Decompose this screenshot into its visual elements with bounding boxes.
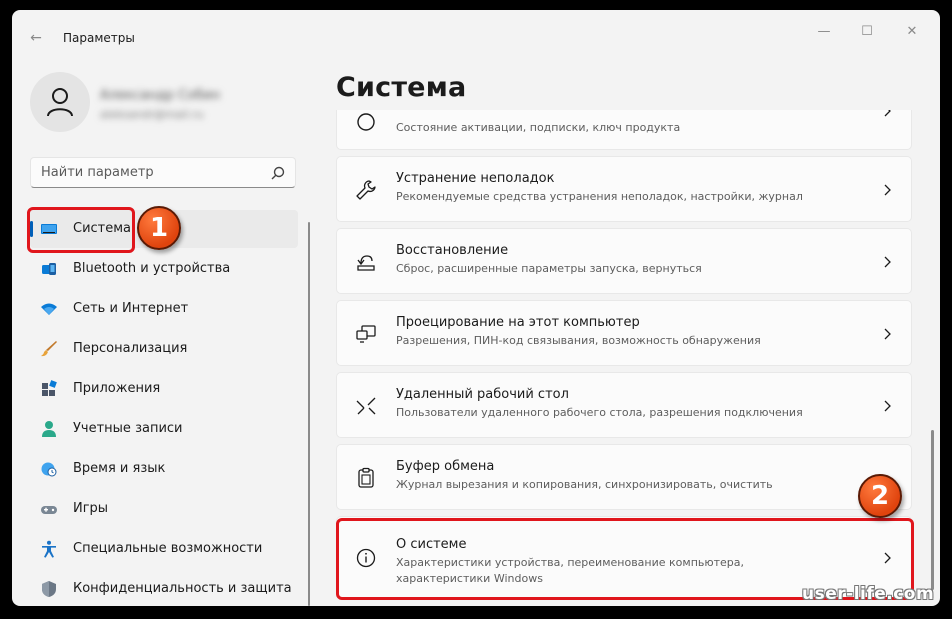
settings-card-troubleshoot[interactable]: Устранение неполадок Рекомендуемые средс… bbox=[336, 156, 912, 222]
watermark: user-life.com bbox=[802, 584, 935, 604]
card-description: Разрешения, ПИН-код связывания, возможно… bbox=[396, 334, 761, 347]
accessibility-icon bbox=[42, 540, 56, 558]
brush-icon bbox=[41, 341, 57, 357]
maximize-button[interactable]: ☐ bbox=[852, 22, 882, 42]
person-icon bbox=[47, 88, 73, 117]
main-scrollbar[interactable] bbox=[931, 430, 934, 590]
sidebar-item-privacy[interactable]: Конфиденциальность и защита bbox=[30, 570, 298, 606]
bluetooth-icon bbox=[42, 263, 56, 275]
settings-card-activation[interactable]: Состояние активации, подписки, ключ прод… bbox=[336, 110, 912, 150]
shield-icon bbox=[42, 581, 56, 597]
sidebar-item-apps[interactable]: Приложения bbox=[30, 370, 298, 408]
sidebar-item-personalization[interactable]: Персонализация bbox=[30, 330, 298, 368]
highlight-system-item bbox=[27, 207, 135, 253]
settings-card-clipboard[interactable]: Буфер обмена Журнал вырезания и копирова… bbox=[336, 444, 912, 510]
apps-icon bbox=[42, 380, 57, 396]
settings-card-remote-desktop[interactable]: Удаленный рабочий стол Пользователи удал… bbox=[336, 372, 912, 438]
projection-icon bbox=[356, 325, 376, 343]
card-description: Сброс, расширенные параметры запуска, ве… bbox=[396, 262, 702, 275]
sidebar-item-label: Специальные возможности bbox=[73, 541, 263, 556]
app-title: Параметры bbox=[63, 31, 135, 45]
sidebar-item-label: Bluetooth и устройства bbox=[73, 261, 231, 276]
sidebar-item-label: Конфиденциальность и защита bbox=[73, 581, 292, 596]
card-description: Журнал вырезания и копирования, синхрони… bbox=[396, 478, 773, 491]
sidebar-scrollbar[interactable] bbox=[308, 222, 310, 606]
close-button[interactable]: ✕ bbox=[897, 22, 927, 42]
chevron-right-icon bbox=[884, 328, 891, 340]
chevron-right-icon bbox=[884, 184, 891, 196]
card-title: Проецирование на этот компьютер bbox=[396, 315, 640, 330]
profile-name: Александр Собин bbox=[100, 88, 221, 103]
recovery-icon bbox=[357, 255, 375, 271]
sidebar-item-accessibility[interactable]: Специальные возможности bbox=[30, 530, 298, 568]
page-title: Система bbox=[336, 72, 467, 103]
avatar[interactable] bbox=[30, 72, 90, 132]
search-icon[interactable] bbox=[271, 166, 285, 180]
card-description: Пользователи удаленного рабочего стола, … bbox=[396, 406, 803, 419]
remote-desktop-icon bbox=[356, 397, 376, 415]
card-title: Восстановление bbox=[396, 243, 509, 258]
card-description: Состояние активации, подписки, ключ прод… bbox=[396, 121, 681, 134]
profile-email: aleksandr@mail.ru bbox=[100, 108, 204, 121]
gamepad-icon bbox=[41, 506, 57, 514]
sidebar-item-label: Игры bbox=[73, 501, 109, 516]
activation-icon bbox=[357, 113, 375, 131]
title-bar: ← Параметры — ☐ ✕ bbox=[12, 10, 940, 54]
globe-clock-icon bbox=[41, 462, 57, 477]
sidebar-item-label: Приложения bbox=[73, 381, 161, 396]
sidebar-item-bluetooth[interactable]: Bluetooth и устройства bbox=[30, 250, 298, 288]
sidebar-item-label: Сеть и Интернет bbox=[73, 301, 189, 316]
sidebar-item-label: Учетные записи bbox=[73, 421, 183, 436]
minimize-button[interactable]: — bbox=[809, 22, 839, 42]
chevron-right-icon bbox=[884, 110, 891, 117]
search-input[interactable] bbox=[31, 158, 267, 187]
card-description: Рекомендуемые средства устранения непола… bbox=[396, 190, 803, 203]
sidebar-item-time-language[interactable]: Время и язык bbox=[30, 450, 298, 488]
card-title: Буфер обмена bbox=[396, 459, 495, 474]
chevron-right-icon bbox=[884, 400, 891, 412]
search-box[interactable] bbox=[30, 157, 296, 188]
step-badge-1: 1 bbox=[137, 206, 181, 250]
chevron-right-icon bbox=[884, 256, 891, 268]
card-title: Устранение неполадок bbox=[396, 171, 555, 186]
clipboard-icon bbox=[358, 467, 374, 488]
settings-window: ← Параметры — ☐ ✕ Александр Собин aleksa… bbox=[12, 10, 940, 606]
settings-card-projection[interactable]: Проецирование на этот компьютер Разрешен… bbox=[336, 300, 912, 366]
sidebar-item-accounts[interactable]: Учетные записи bbox=[30, 410, 298, 448]
wifi-icon bbox=[41, 303, 57, 315]
sidebar-item-gaming[interactable]: Игры bbox=[30, 490, 298, 528]
wrench-icon bbox=[356, 180, 376, 200]
settings-card-recovery[interactable]: Восстановление Сброс, расширенные параме… bbox=[336, 228, 912, 294]
step-badge-2: 2 bbox=[858, 474, 902, 518]
person-icon bbox=[42, 421, 56, 437]
sidebar-item-network[interactable]: Сеть и Интернет bbox=[30, 290, 298, 328]
sidebar-nav: Система Bluetooth и устройства Сеть и Ин… bbox=[30, 210, 298, 606]
sidebar-item-label: Время и язык bbox=[73, 461, 166, 476]
sidebar-item-label: Персонализация bbox=[73, 341, 188, 356]
card-title: Удаленный рабочий стол bbox=[396, 387, 569, 402]
back-button[interactable]: ← bbox=[26, 28, 46, 48]
